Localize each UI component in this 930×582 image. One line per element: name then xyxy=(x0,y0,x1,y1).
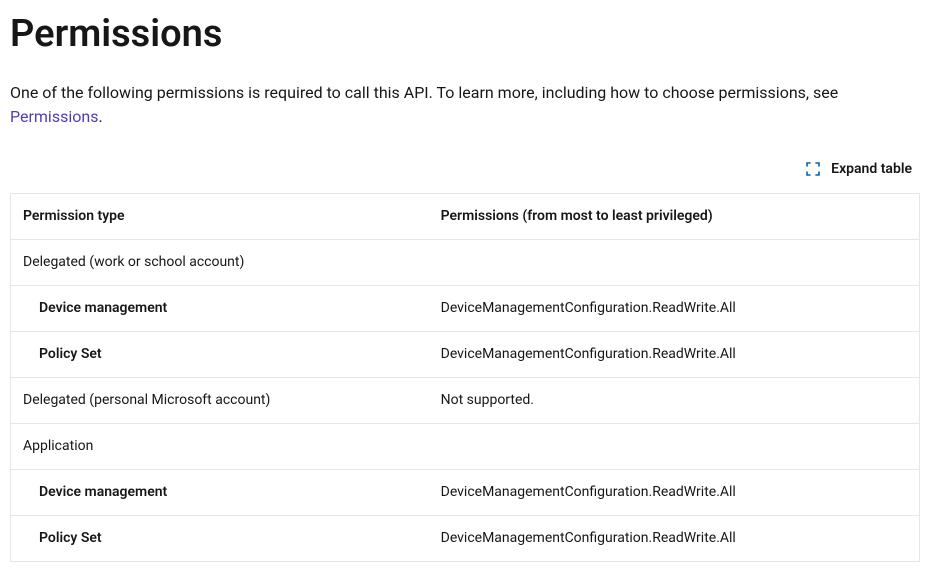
table-header-permission-type: Permission type xyxy=(11,194,429,240)
permissions-table: Permission type Permissions (from most t… xyxy=(10,193,920,562)
table-header-permissions: Permissions (from most to least privileg… xyxy=(429,194,920,240)
table-cell-type: Policy Set xyxy=(11,516,429,562)
page-title: Permissions xyxy=(10,10,920,59)
table-row: Delegated (work or school account) xyxy=(11,240,920,286)
table-cell-perms: Not supported. xyxy=(429,378,920,424)
table-cell-type: Device management xyxy=(11,286,429,332)
table-row: Device management DeviceManagementConfig… xyxy=(11,470,920,516)
table-cell-perms xyxy=(429,240,920,286)
table-cell-type: Delegated (work or school account) xyxy=(11,240,429,286)
expand-table-label: Expand table xyxy=(831,161,912,177)
table-cell-perms xyxy=(429,424,920,470)
table-cell-type: Policy Set xyxy=(11,332,429,378)
table-cell-perms: DeviceManagementConfiguration.ReadWrite.… xyxy=(429,332,920,378)
table-cell-type: Device management xyxy=(11,470,429,516)
table-row: Policy Set DeviceManagementConfiguration… xyxy=(11,332,920,378)
table-toolbar: Expand table xyxy=(10,159,920,179)
permissions-link[interactable]: Permissions xyxy=(10,107,98,126)
table-cell-type: Application xyxy=(11,424,429,470)
table-row: Delegated (personal Microsoft account) N… xyxy=(11,378,920,424)
table-body: Delegated (work or school account) Devic… xyxy=(11,240,920,562)
intro-text-before: One of the following permissions is requ… xyxy=(10,83,838,102)
expand-icon xyxy=(805,161,821,177)
table-cell-type: Delegated (personal Microsoft account) xyxy=(11,378,429,424)
table-cell-perms: DeviceManagementConfiguration.ReadWrite.… xyxy=(429,286,920,332)
table-row: Application xyxy=(11,424,920,470)
table-row: Device management DeviceManagementConfig… xyxy=(11,286,920,332)
expand-table-button[interactable]: Expand table xyxy=(803,159,914,179)
table-cell-perms: DeviceManagementConfiguration.ReadWrite.… xyxy=(429,470,920,516)
table-header-row: Permission type Permissions (from most t… xyxy=(11,194,920,240)
intro-paragraph: One of the following permissions is requ… xyxy=(10,81,920,129)
intro-text-after: . xyxy=(98,107,102,126)
table-cell-perms: DeviceManagementConfiguration.ReadWrite.… xyxy=(429,516,920,562)
table-row: Policy Set DeviceManagementConfiguration… xyxy=(11,516,920,562)
